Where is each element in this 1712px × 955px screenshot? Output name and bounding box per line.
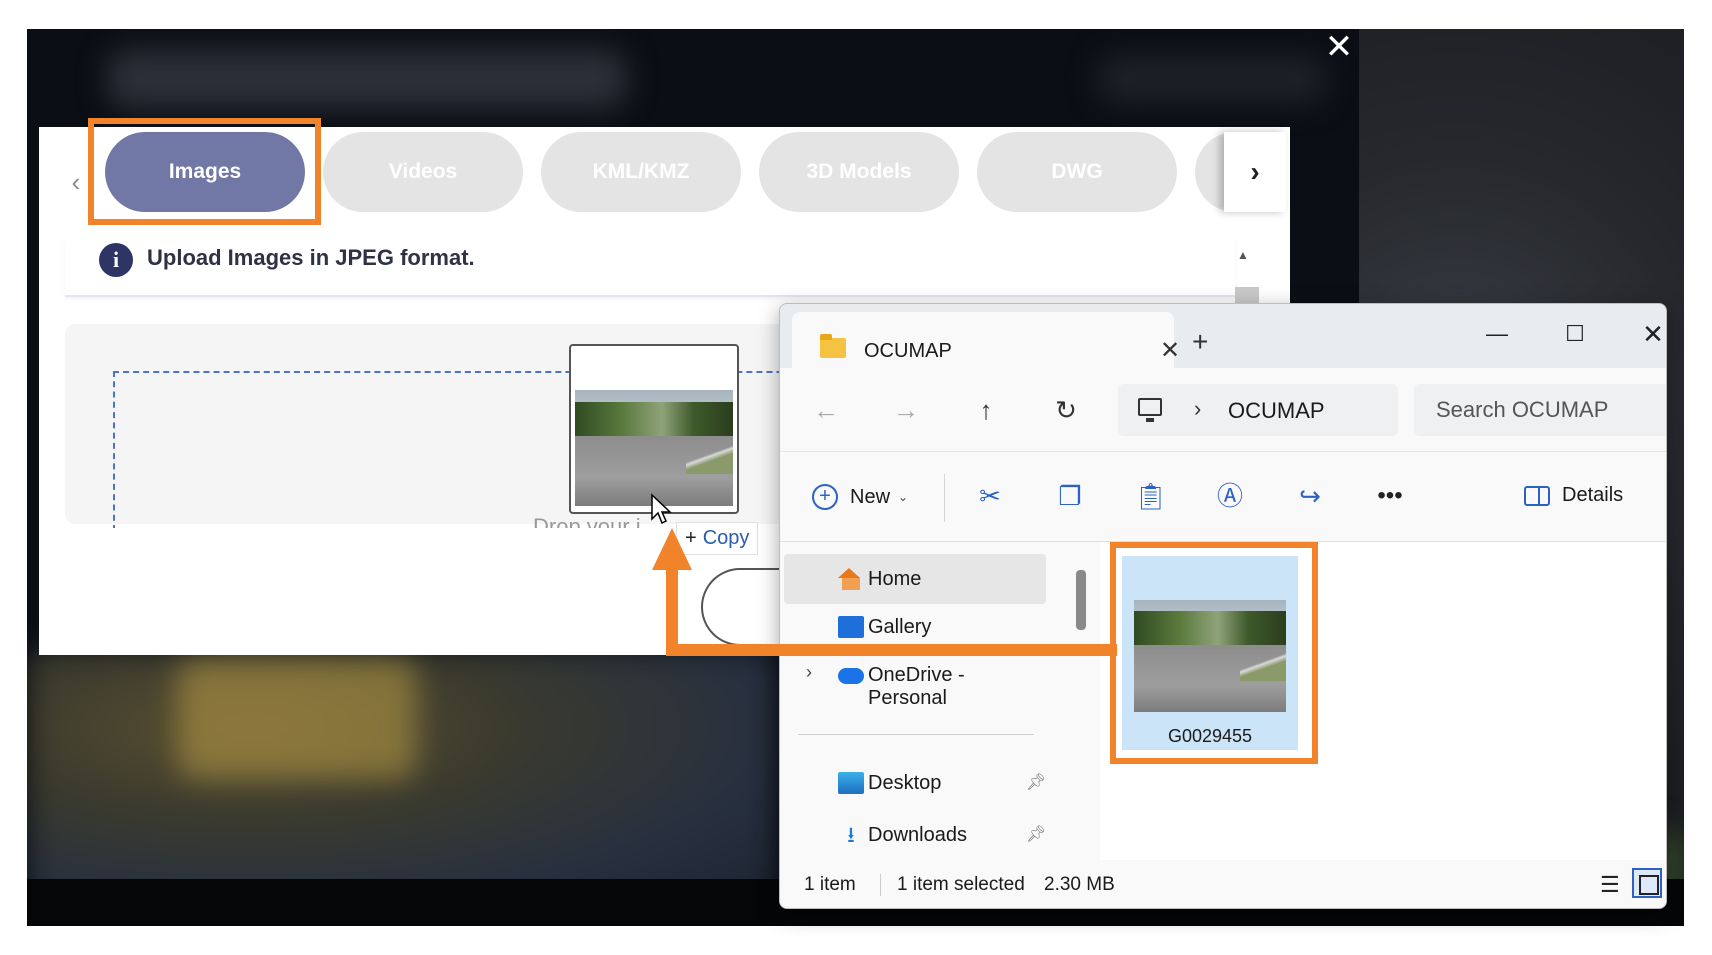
info-icon: i bbox=[99, 243, 133, 277]
tab-close-icon[interactable]: ✕ bbox=[1160, 336, 1180, 365]
dragged-image-thumbnail bbox=[569, 344, 739, 514]
nav-item-desktop[interactable]: Desktop 📌︎ bbox=[784, 758, 1046, 808]
drag-copy-label: + Copy bbox=[676, 522, 759, 555]
cut-icon[interactable]: ✂ bbox=[974, 480, 1006, 512]
chevron-down-icon: ⌄ bbox=[898, 490, 909, 504]
folder-icon bbox=[820, 334, 846, 358]
nav-divider bbox=[798, 734, 1034, 735]
screenshot-stage: ✕ ‹ Images Videos KML/KMZ 3D Models DWG … bbox=[0, 0, 1712, 955]
address-bar[interactable]: › OCUMAP bbox=[1118, 384, 1398, 436]
minimize-icon[interactable]: — bbox=[1472, 314, 1522, 354]
nav-item-onedrive[interactable]: › OneDrive - Personal bbox=[784, 650, 1046, 709]
copy-icon[interactable]: ❐ bbox=[1054, 480, 1086, 512]
chevron-right-icon[interactable]: › bbox=[806, 662, 812, 683]
command-bar: + New ⌄ ✂ ❐ 📋︎ Ⓐ ↪ ••• Details bbox=[780, 452, 1666, 542]
nav-item-label: Desktop bbox=[868, 772, 942, 794]
explorer-tab[interactable]: OCUMAP ✕ bbox=[792, 312, 1180, 370]
mouse-cursor-icon bbox=[651, 493, 672, 525]
nav-item-home[interactable]: Home bbox=[784, 554, 1046, 604]
nav-item-label: Downloads bbox=[868, 824, 967, 846]
copy-text: Copy bbox=[702, 527, 750, 549]
home-icon-body bbox=[842, 578, 860, 590]
info-text: Upload Images in JPEG format. bbox=[147, 245, 475, 270]
refresh-icon[interactable]: ↻ bbox=[1046, 390, 1086, 430]
search-input[interactable] bbox=[1414, 384, 1666, 436]
forward-arrow-icon[interactable]: → bbox=[886, 390, 926, 430]
file-highlight-callout bbox=[1110, 542, 1318, 764]
add-icon: + bbox=[812, 484, 838, 510]
tab-videos[interactable]: Videos bbox=[323, 132, 523, 212]
explorer-tab-title: OCUMAP bbox=[864, 340, 952, 362]
address-row: ← → ↑ ↻ › OCUMAP bbox=[780, 368, 1666, 452]
drop-zone[interactable] bbox=[113, 371, 873, 531]
address-path: OCUMAP bbox=[1228, 398, 1325, 423]
nav-item-label: Home bbox=[868, 568, 922, 590]
nav-item-label: OneDrive - Personal bbox=[868, 664, 965, 709]
scroll-up-icon[interactable]: ▲ bbox=[1235, 247, 1251, 263]
rename-icon[interactable]: Ⓐ bbox=[1214, 480, 1246, 512]
pin-icon[interactable]: 📌︎ bbox=[1026, 824, 1046, 844]
this-pc-icon bbox=[1138, 398, 1162, 422]
paste-icon[interactable]: 📋︎ bbox=[1134, 480, 1167, 512]
gallery-icon bbox=[838, 616, 864, 638]
nav-item-downloads[interactable]: ⭳ Downloads 📌︎ bbox=[784, 810, 1046, 860]
share-icon[interactable]: ↪ bbox=[1294, 480, 1326, 512]
home-icon bbox=[838, 568, 860, 578]
details-label: Details bbox=[1562, 484, 1624, 506]
nav-item-label: Gallery bbox=[868, 616, 932, 638]
new-tab-icon[interactable]: + bbox=[1192, 328, 1208, 356]
background-map-highlight bbox=[177, 659, 417, 779]
new-button[interactable]: + New ⌄ bbox=[812, 482, 908, 512]
details-pane-icon bbox=[1524, 485, 1550, 506]
nav-item-gallery[interactable]: Gallery bbox=[784, 602, 1046, 652]
status-item-count: 1 item bbox=[804, 874, 856, 895]
tab-kml-kmz[interactable]: KML/KMZ bbox=[541, 132, 741, 212]
navigation-pane: Home Gallery › OneDrive - Personal Deskt… bbox=[780, 542, 1100, 860]
chevron-right-icon[interactable]: › bbox=[1194, 396, 1201, 422]
tiles-view-icon[interactable] bbox=[1632, 868, 1662, 898]
chevron-right-icon[interactable]: › bbox=[1224, 132, 1286, 212]
status-separator bbox=[880, 874, 881, 896]
title-bar: OCUMAP ✕ + — ☐ ✕ bbox=[780, 304, 1666, 370]
desktop-icon bbox=[838, 772, 864, 794]
command-separator bbox=[944, 474, 945, 522]
status-size: 2.30 MB bbox=[1044, 874, 1115, 895]
status-selection: 1 item selected bbox=[897, 874, 1025, 895]
street-photo bbox=[575, 390, 733, 506]
window-close-icon[interactable]: ✕ bbox=[1628, 314, 1666, 354]
maximize-icon[interactable]: ☐ bbox=[1550, 314, 1600, 354]
details-view-icon[interactable]: ☰ bbox=[1600, 872, 1620, 898]
pin-icon[interactable]: 📌︎ bbox=[1026, 772, 1046, 792]
status-bar: 1 item 1 item selected 2.30 MB ☰ bbox=[780, 860, 1666, 908]
file-list: G0029455 bbox=[1100, 542, 1666, 860]
onedrive-icon bbox=[838, 668, 864, 684]
file-explorer-window: OCUMAP ✕ + — ☐ ✕ ← → ↑ ↻ › OCUMAP + New bbox=[779, 303, 1667, 909]
background-header-blur bbox=[107, 49, 627, 109]
chevron-left-icon[interactable]: ‹ bbox=[63, 159, 89, 205]
up-arrow-icon[interactable]: ↑ bbox=[966, 390, 1006, 430]
downloads-icon: ⭳ bbox=[847, 822, 855, 847]
more-icon[interactable]: ••• bbox=[1374, 480, 1406, 512]
tab-3d-models[interactable]: 3D Models bbox=[759, 132, 959, 212]
tab-highlight-callout bbox=[88, 118, 321, 225]
nav-scrollbar[interactable] bbox=[1076, 570, 1086, 630]
tab-dwg[interactable]: DWG bbox=[977, 132, 1177, 212]
background-header-right-blur bbox=[1097, 54, 1327, 104]
plus-icon: + bbox=[685, 527, 697, 549]
back-arrow-icon[interactable]: ← bbox=[806, 390, 846, 430]
new-label: New bbox=[850, 485, 891, 508]
close-icon[interactable]: ✕ bbox=[1322, 30, 1356, 64]
file-type-tabs: ‹ Images Videos KML/KMZ 3D Models DWG › bbox=[39, 118, 1290, 237]
details-button[interactable]: Details bbox=[1524, 484, 1623, 507]
